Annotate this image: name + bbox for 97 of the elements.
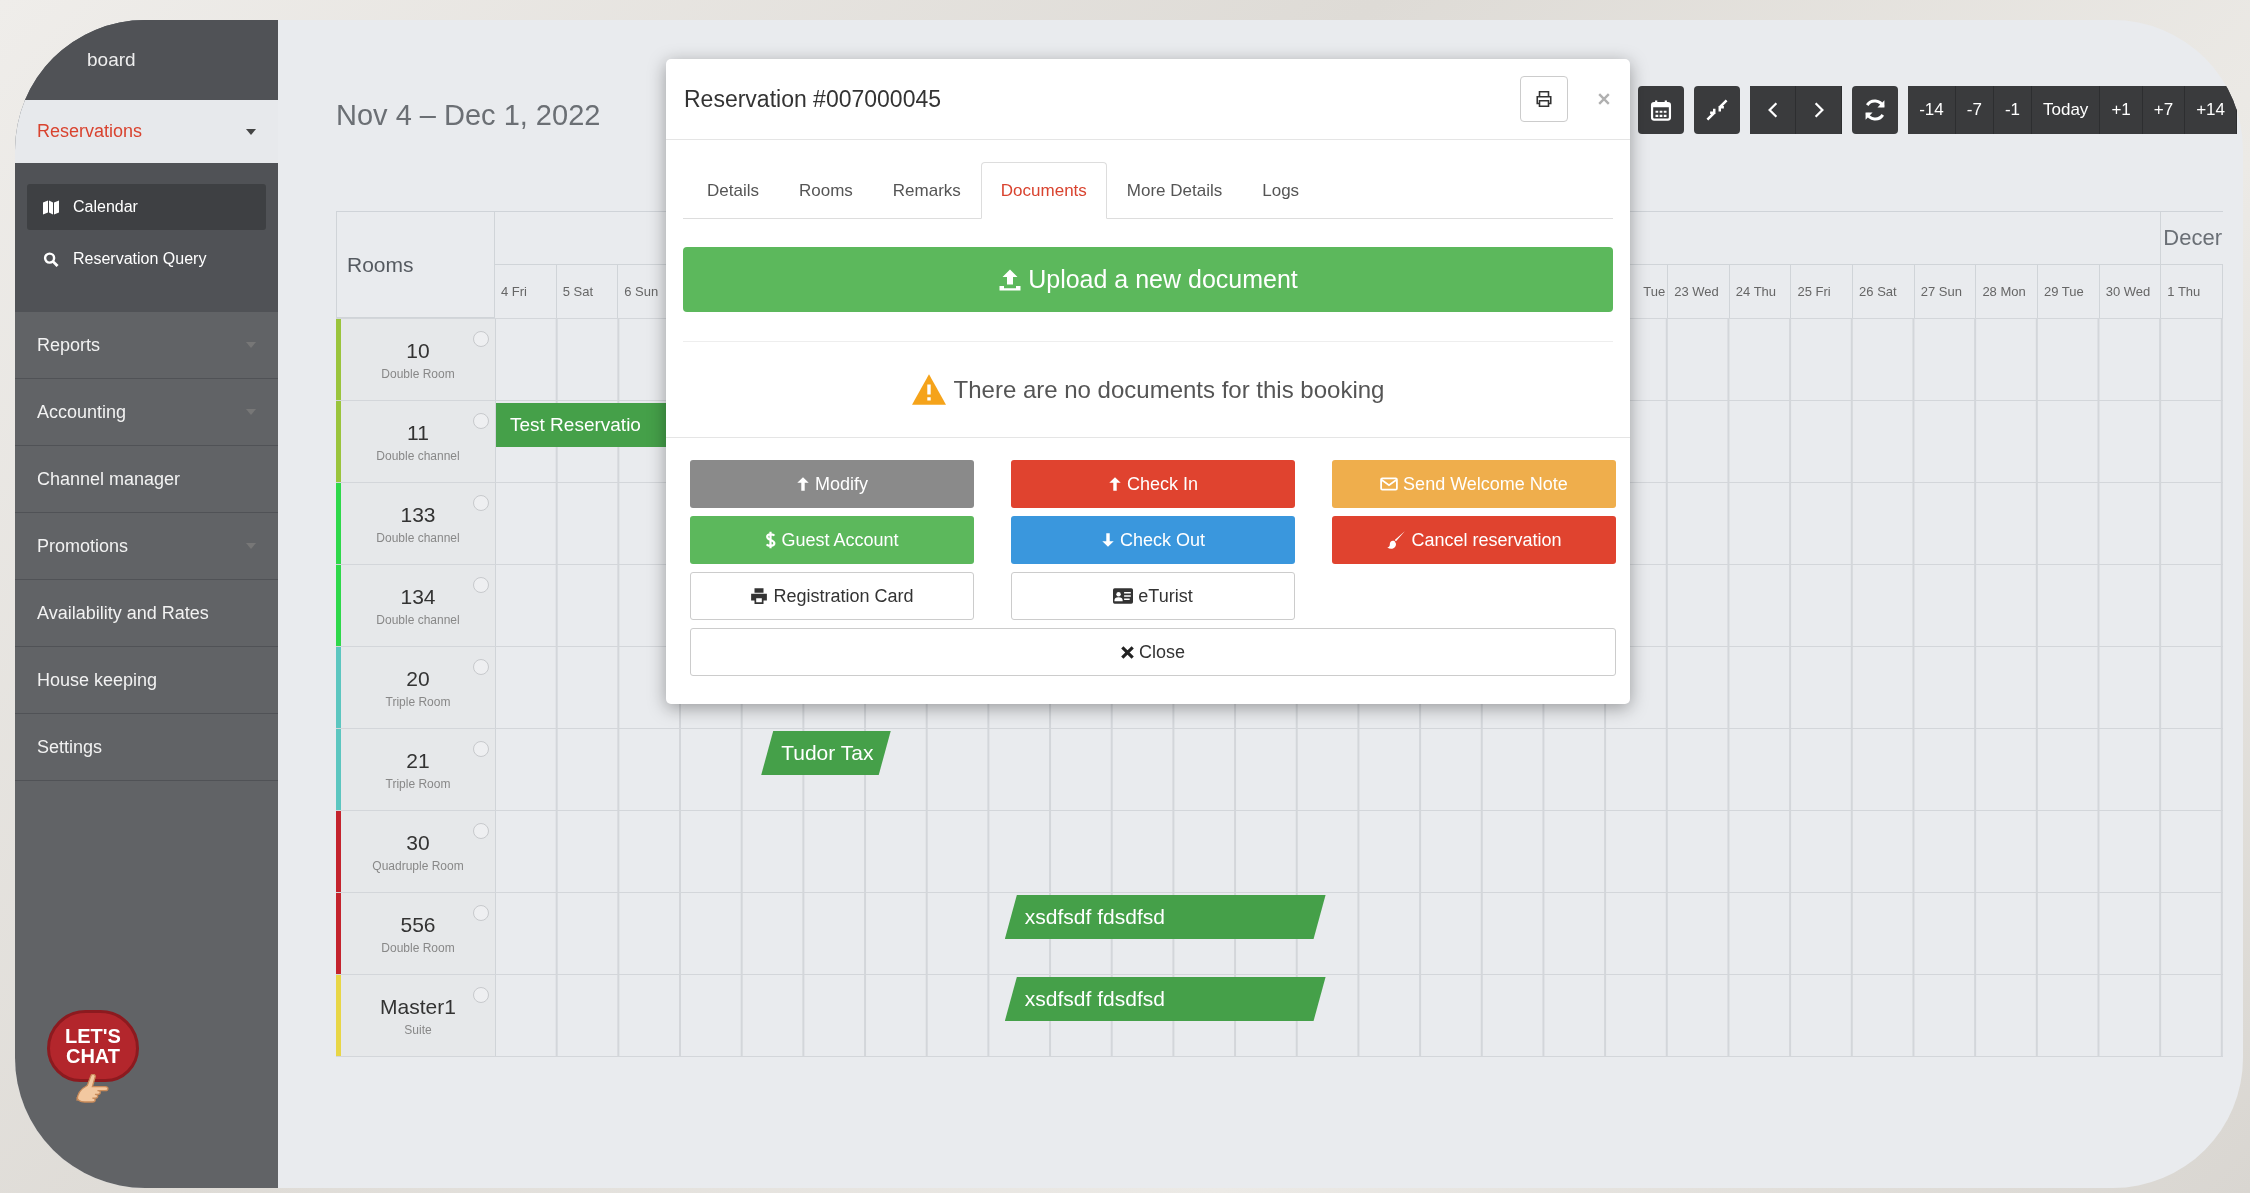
day-label: 5 Sat [562, 284, 593, 299]
day-label: 6 Sun [624, 284, 659, 299]
day-label: 23 Wed [1674, 284, 1719, 299]
date-offset-button[interactable]: -14 [1908, 85, 1956, 134]
sidebar-item[interactable]: Availability and Rates [15, 580, 278, 647]
sidebar-item[interactable]: board [87, 49, 136, 71]
warning-icon [911, 374, 946, 405]
sidebar-item[interactable]: House keeping [15, 647, 278, 714]
room-number: 134 [400, 584, 436, 609]
tab[interactable]: Details [687, 162, 779, 219]
radio-button[interactable] [473, 659, 489, 675]
dollar-icon [765, 530, 777, 550]
room-number: 11 [407, 420, 429, 445]
room-type: Double channel [376, 448, 460, 463]
room-type: Triple Room [385, 694, 451, 709]
printer-icon [750, 587, 769, 605]
room-number: Master1 [380, 994, 456, 1019]
chevron-right-icon [1812, 100, 1825, 119]
sidebar-item[interactable]: Reservations [15, 100, 278, 164]
chevron-left-icon [1766, 100, 1779, 119]
close-button[interactable]: Close [690, 628, 1616, 676]
radio-button[interactable] [473, 905, 489, 921]
room-number: 10 [406, 338, 430, 363]
action-button[interactable]: Check Out [1011, 516, 1295, 564]
envelope-icon [1380, 477, 1399, 491]
compress-button[interactable] [1694, 85, 1741, 134]
arrow-down-icon [1100, 532, 1115, 548]
room-number: 30 [406, 830, 430, 855]
sidebar-item[interactable]: Promotions [15, 513, 278, 580]
print-button[interactable] [1520, 76, 1568, 122]
tab[interactable]: Rooms [778, 162, 873, 219]
close-icon [1121, 645, 1134, 659]
room-type: Double channel [376, 530, 460, 545]
previous-button[interactable] [1750, 85, 1797, 134]
day-label: 26 Sat [1859, 284, 1897, 299]
action-button[interactable]: Registration Card [690, 572, 974, 620]
tab[interactable]: Logs [1242, 162, 1320, 219]
submenu-item[interactable]: Calendar [27, 184, 266, 230]
compress-icon [1706, 98, 1729, 121]
room-type: Suite [404, 1022, 432, 1037]
radio-button[interactable] [473, 741, 489, 757]
date-range-title: Nov 4 – Dec 1, 2022 [336, 99, 601, 132]
room-type: Quadruple Room [372, 858, 464, 873]
room-type: Double Room [381, 366, 455, 381]
sidebar-item[interactable]: Channel manager [15, 446, 278, 513]
search-icon [43, 251, 59, 267]
tab[interactable]: More Details [1106, 162, 1243, 219]
radio-button[interactable] [473, 413, 489, 429]
action-button[interactable]: Modify [690, 460, 974, 508]
radio-button[interactable] [473, 577, 489, 593]
dialog-title: Reservation #007000045 [684, 85, 943, 113]
action-button[interactable]: Check In [1011, 460, 1295, 508]
room-number: 556 [400, 912, 436, 937]
map-icon [43, 199, 59, 215]
calendar-button[interactable] [1638, 85, 1685, 134]
arrow-up-icon [1107, 476, 1122, 492]
day-label: 27 Sun [1920, 284, 1962, 299]
rooms-heading: Rooms [336, 212, 495, 318]
reservation-bar[interactable]: xsdfsdf fdsdfsd [1004, 977, 1326, 1021]
id-card-icon [1113, 588, 1134, 604]
calendar-icon [1650, 98, 1673, 121]
tab[interactable]: Documents [980, 162, 1107, 219]
room-number: 21 [406, 748, 430, 773]
room-number: 20 [406, 666, 430, 691]
room-type: Triple Room [385, 776, 451, 791]
sidebar-item[interactable]: Accounting [15, 379, 278, 446]
sidebar-item[interactable]: Reports [15, 312, 278, 379]
refresh-button[interactable] [1852, 85, 1899, 134]
day-label: 29 Tue [2044, 284, 2084, 299]
tab[interactable]: Remarks [872, 162, 981, 219]
sidebar-item[interactable]: Settings [15, 714, 278, 781]
printer-icon [1535, 90, 1553, 108]
room-number: 133 [400, 502, 436, 527]
upload-icon [998, 267, 1023, 292]
room-type: Double Room [381, 940, 455, 955]
arrow-up-icon [796, 476, 810, 492]
day-label: 25 Fri [1797, 284, 1831, 299]
close-icon[interactable] [1598, 93, 1610, 105]
submenu-item[interactable]: Reservation Query [27, 236, 266, 282]
brush-icon [1386, 530, 1407, 550]
month-label: Decer [2162, 225, 2222, 251]
radio-button[interactable] [473, 823, 489, 839]
action-button[interactable]: Cancel reservation [1332, 516, 1616, 564]
room-type: Double channel [376, 612, 460, 627]
day-label: Tue [1643, 284, 1666, 299]
day-label: 4 Fri [501, 284, 527, 299]
radio-button[interactable] [473, 331, 489, 347]
reservation-bar[interactable]: Tudor Tax [761, 731, 891, 775]
day-label: 24 Thu [1735, 284, 1777, 299]
reservation-bar[interactable]: xsdfsdf fdsdfsd [1004, 895, 1326, 939]
radio-button[interactable] [473, 987, 489, 1003]
day-label: 30 Wed [2105, 284, 2151, 299]
radio-button[interactable] [473, 495, 489, 511]
no-documents-message: There are no documents for this booking [953, 375, 1385, 404]
day-label: 28 Mon [1982, 284, 2026, 299]
action-button[interactable]: eTurist [1011, 572, 1295, 620]
day-label: 1 Thu [2167, 284, 2201, 299]
